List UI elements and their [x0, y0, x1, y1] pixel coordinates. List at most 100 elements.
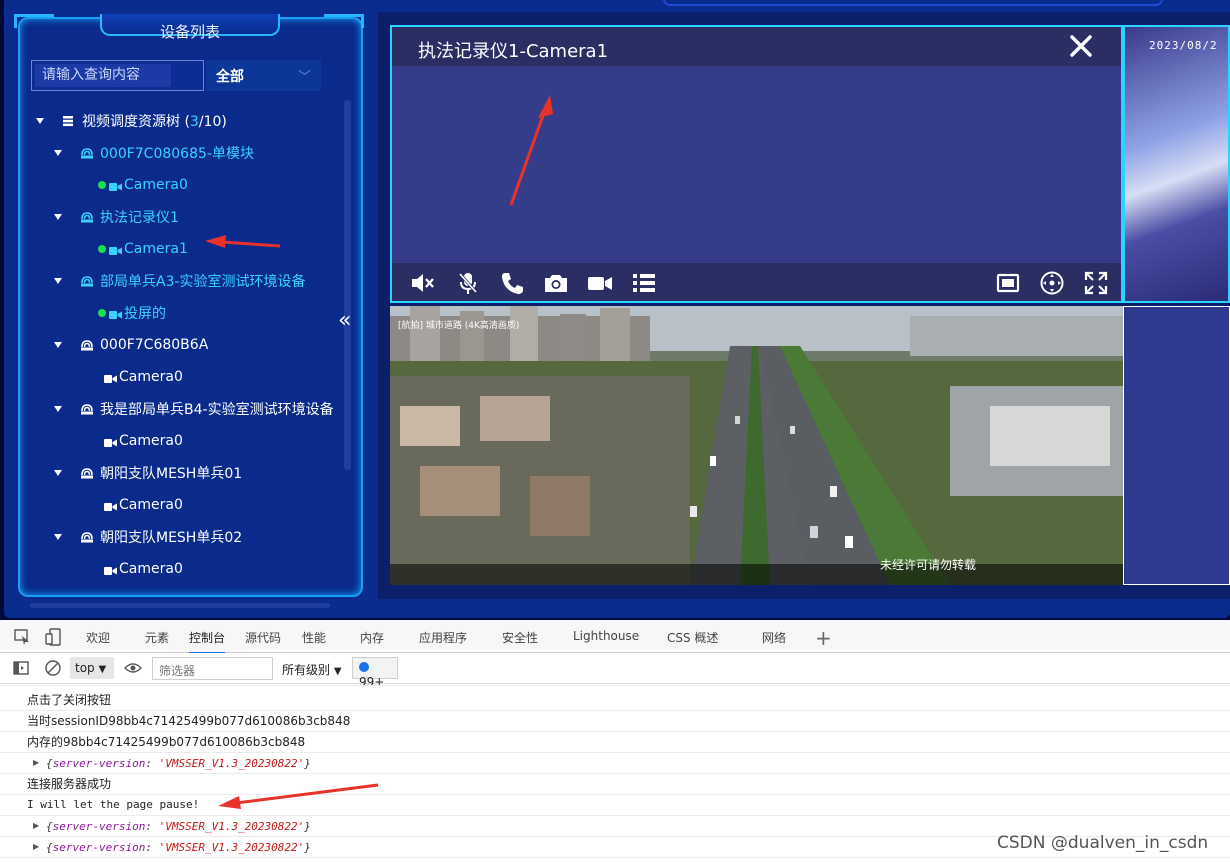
- video-tile-right-bottom[interactable]: [1123, 306, 1230, 585]
- sidebar-toggle-icon[interactable]: [12, 659, 30, 677]
- caret-down-icon[interactable]: [52, 275, 64, 287]
- tree-camera-item[interactable]: Camera1: [98, 233, 188, 265]
- object-key: server-version: [52, 757, 146, 770]
- tree-camera-item[interactable]: Camera0: [104, 489, 183, 521]
- tree-camera-item[interactable]: 投屏的: [98, 297, 166, 329]
- tree-device-item[interactable]: 朝阳支队MESH单兵03: [52, 585, 242, 593]
- tree-device-label: 朝阳支队MESH单兵03: [100, 591, 242, 593]
- filter-input[interactable]: 筛选器: [152, 657, 273, 680]
- tree-camera-item[interactable]: Camera0: [104, 361, 183, 393]
- video-tile-right-top[interactable]: 2023/08/2: [1123, 25, 1230, 303]
- online-status-dot: [98, 181, 106, 189]
- search-box[interactable]: 请输入查询内容: [31, 60, 204, 91]
- devtools-tab[interactable]: 元素: [145, 629, 169, 646]
- devtools-tab[interactable]: 欢迎: [86, 629, 110, 646]
- tree-device-item[interactable]: 000F7C080685-单模块: [52, 137, 254, 169]
- tree-camera-item[interactable]: Camera0: [98, 169, 188, 201]
- device-icon: [80, 530, 94, 544]
- tree-camera-item[interactable]: Camera0: [104, 553, 183, 585]
- tree-root-total-count: /10): [198, 114, 227, 130]
- caret-down-icon[interactable]: [52, 467, 64, 479]
- caret-down-icon[interactable]: [52, 339, 64, 351]
- device-toolbar-icon[interactable]: [45, 628, 63, 646]
- tree-scrollbar-horizontal[interactable]: [30, 603, 330, 608]
- fullscreen-icon[interactable]: [1083, 270, 1109, 296]
- console-object[interactable]: {server-version: 'VMSSER_V1.3_20230822'}: [46, 757, 311, 770]
- context-select[interactable]: top ▼: [70, 657, 114, 679]
- online-status-dot: [98, 245, 106, 253]
- devtools-tab[interactable]: 内存: [360, 629, 384, 646]
- caret-down-icon: ▼: [98, 664, 107, 675]
- top-decoration: [663, 0, 1163, 6]
- console-log-text: 内存的98bb4c71425499b077d610086b3cb848: [27, 735, 306, 749]
- caret-down-icon[interactable]: [52, 531, 64, 543]
- devtools-tab[interactable]: 网络: [762, 629, 786, 646]
- mic-off-icon[interactable]: [455, 270, 481, 296]
- caret-down-icon[interactable]: [52, 211, 64, 223]
- mute-speaker-icon[interactable]: [410, 270, 436, 296]
- collapse-panel-button[interactable]: «: [338, 308, 351, 333]
- devtools-tab[interactable]: 源代码: [245, 629, 281, 646]
- devtools-tab[interactable]: 控制台: [189, 629, 226, 654]
- device-icon: [80, 466, 94, 480]
- console-object[interactable]: {server-version: 'VMSSER_V1.3_20230822'}: [46, 820, 311, 833]
- panel-title: 设备列表: [159, 23, 220, 41]
- filter-select-value: 全部: [216, 69, 244, 85]
- console-log-entry: 内存的98bb4c71425499b077d610086b3cb848: [0, 732, 1230, 753]
- device-icon: [80, 338, 94, 352]
- list-menu-icon[interactable]: [631, 270, 657, 296]
- caret-down-icon: ▼: [333, 666, 342, 677]
- tree-scrollbar-vertical[interactable]: [344, 100, 351, 470]
- add-tab-icon[interactable]: +: [815, 626, 833, 650]
- tree-camera-item[interactable]: Camera0: [104, 425, 183, 457]
- tree-device-label: 朝阳支队MESH单兵01: [100, 466, 243, 482]
- caret-down-icon[interactable]: [52, 403, 64, 415]
- devtools-tab[interactable]: 安全性: [502, 629, 538, 646]
- tree-device-item[interactable]: 部局单兵A3-实验室测试环境设备: [52, 265, 306, 297]
- online-status-dot: [98, 309, 106, 317]
- devtools-tab[interactable]: 性能: [302, 629, 326, 646]
- search-input[interactable]: 请输入查询内容: [35, 64, 171, 87]
- inspect-element-icon[interactable]: [13, 628, 31, 646]
- issues-badge[interactable]: 99+: [352, 657, 398, 689]
- filter-select[interactable]: 全部 ﹀: [206, 60, 321, 91]
- record-video-icon[interactable]: [587, 270, 613, 296]
- clear-console-icon[interactable]: [44, 659, 62, 677]
- tile-header: 执法记录仪1-Camera1: [392, 27, 1121, 66]
- tree-device-item[interactable]: 执法记录仪1: [52, 201, 179, 233]
- eye-icon[interactable]: [124, 659, 142, 677]
- tree-device-item[interactable]: 朝阳支队MESH单兵01: [52, 457, 242, 489]
- resource-tree: 视频调度资源树 (3/10) 000F7C080685-单模块 Camera0 执法…: [20, 105, 347, 593]
- video-tile-aerial[interactable]: [航拍] 城市道路 (4K高清画质) 未经许可请勿转载: [390, 306, 1123, 585]
- log-level-select[interactable]: 所有级别 ▼: [282, 661, 342, 678]
- expand-triangle-icon[interactable]: ▶: [33, 837, 39, 857]
- fit-screen-icon[interactable]: [995, 270, 1021, 296]
- caret-down-icon[interactable]: [34, 115, 46, 127]
- expand-triangle-icon[interactable]: ▶: [33, 816, 39, 836]
- close-icon[interactable]: [1068, 33, 1094, 59]
- ptz-control-icon[interactable]: [1039, 270, 1065, 296]
- tree-root[interactable]: 视频调度资源树 (3/10): [34, 105, 227, 137]
- video-control-bar[interactable]: [390, 564, 1123, 585]
- app-root: 设备列表 请输入查询内容 全部 ﹀ 视频调度资源树 (3/10) 000F7C0…: [0, 0, 1230, 863]
- devtools-tab[interactable]: CSS 概述: [667, 629, 718, 646]
- camera-icon: [104, 564, 117, 575]
- camera-snapshot-icon[interactable]: [543, 270, 569, 296]
- devtools-tab[interactable]: 应用程序: [419, 629, 467, 646]
- phone-icon[interactable]: [499, 270, 525, 296]
- caret-down-icon[interactable]: [52, 147, 64, 159]
- expand-triangle-icon[interactable]: ▶: [33, 753, 39, 773]
- video-tile-active[interactable]: 执法记录仪1-Camera1: [390, 25, 1123, 303]
- context-select-value: top: [75, 661, 95, 675]
- tree-device-label: 朝阳支队MESH单兵02: [100, 530, 243, 546]
- devtools-tab-bar: + 欢迎 元素 控制台 源代码 性能 内存 应用程序 安全性 Lighthouse CSS 概述 网…: [0, 620, 1230, 654]
- tile-title: 执法记录仪1-Camera1: [418, 41, 609, 62]
- devtools-tab[interactable]: Lighthouse: [573, 629, 639, 643]
- tree-device-item[interactable]: 我是部局单兵B4-实验室测试环境设备: [52, 393, 334, 425]
- tree-device-item[interactable]: 000F7C680B6A: [52, 329, 208, 361]
- tree-device-item[interactable]: 朝阳支队MESH单兵02: [52, 521, 242, 553]
- console-object[interactable]: {server-version: 'VMSSER_V1.3_20230822'}: [46, 841, 311, 854]
- console-toolbar: top ▼ 筛选器 所有级别 ▼ 99+: [0, 653, 1230, 689]
- tree-root-label: 视频调度资源树 (3/10): [82, 111, 227, 131]
- console-log-text: 连接服务器成功: [27, 777, 112, 791]
